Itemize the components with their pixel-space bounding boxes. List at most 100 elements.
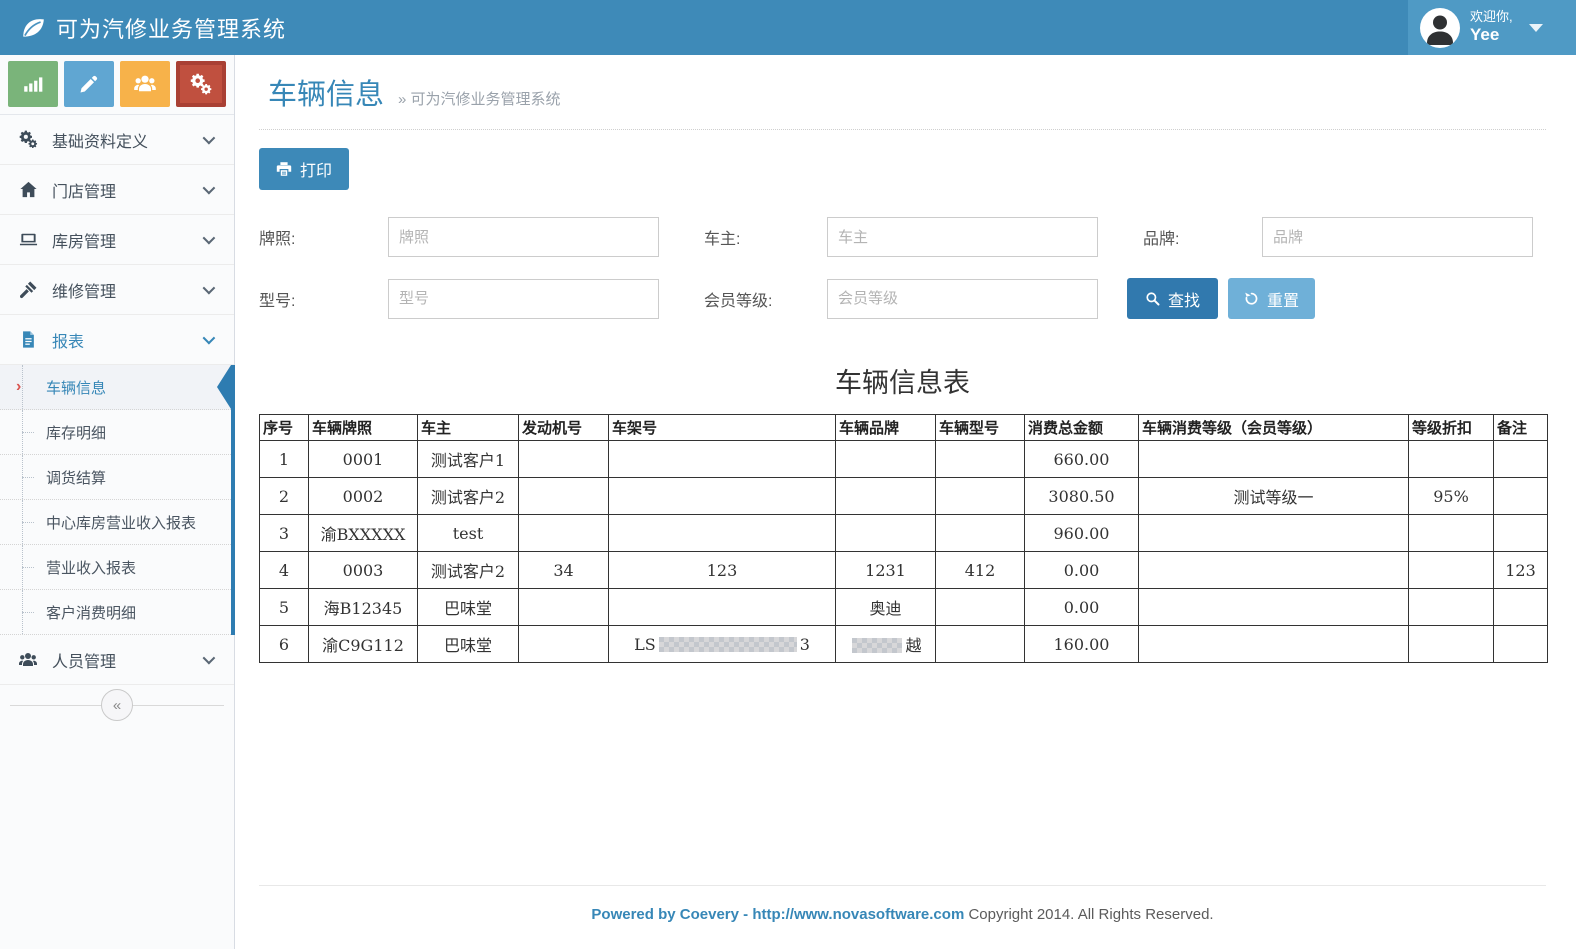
submenu-item-link[interactable]: 客户消费明细 (0, 590, 231, 635)
settings-button[interactable] (176, 61, 226, 107)
table-cell (1494, 515, 1548, 552)
bar-chart-button[interactable] (8, 61, 58, 107)
table-cell (1139, 589, 1409, 626)
table-cell (836, 478, 936, 515)
app-header: 可为汽修业务管理系统 欢迎你, Yee (0, 0, 1576, 55)
submenu-item-active[interactable]: 车辆信息 (0, 365, 231, 410)
username: Yee (1470, 25, 1513, 45)
submenu-item-label: 库存明细 (46, 422, 106, 443)
model-label: 型号: (259, 287, 388, 311)
table-cell (519, 478, 609, 515)
table-cell: 0.00 (1025, 552, 1139, 589)
table-row: 20002测试客户23080.50测试等级一95% (260, 478, 1548, 515)
submenu-item-link[interactable]: 库存明细 (0, 410, 231, 455)
report-table-title: 车辆信息表 (259, 361, 1546, 400)
sidebar-collapse-button[interactable]: « (101, 689, 133, 721)
collapse-icon: « (113, 697, 121, 714)
table-cell: 6 (260, 626, 309, 663)
print-button[interactable]: 打印 (259, 148, 349, 190)
sidebar-item-reports[interactable]: 报表 (0, 315, 234, 365)
redacted-blur (852, 638, 902, 653)
member-level-input[interactable] (827, 279, 1098, 319)
reset-button[interactable]: 重置 (1228, 278, 1315, 319)
table-cell (519, 441, 609, 478)
submenu-item-link[interactable]: 中心库房营业收入报表 (0, 500, 231, 545)
member-level-label: 会员等级: (704, 287, 827, 311)
sidebar-item-basic-data[interactable]: 基础资料定义 (0, 115, 234, 165)
table-cell: 1 (260, 441, 309, 478)
home-icon (18, 180, 38, 200)
sidebar-item-repair[interactable]: 维修管理 (0, 265, 234, 315)
table-cell: 越 (836, 626, 936, 663)
submenu-item-link[interactable]: 调货结算 (0, 455, 231, 500)
powered-by-link[interactable]: Powered by Coevery - http://www.novasoft… (591, 906, 964, 923)
table-cell: 测试等级一 (1139, 478, 1409, 515)
users-button[interactable] (120, 61, 170, 107)
model-input[interactable] (388, 279, 659, 319)
sidebar-item-label: 基础资料定义 (52, 128, 203, 152)
tree-dash-icon (22, 612, 44, 613)
bar-chart-icon (22, 73, 44, 95)
report-table: 序号车辆牌照车主发动机号车架号车辆品牌车辆型号消费总金额车辆消费等级（会员等级）… (259, 414, 1548, 663)
table-cell: 3 (260, 515, 309, 552)
file-icon (18, 330, 38, 350)
table-cell (936, 515, 1025, 552)
table-cell (519, 589, 609, 626)
table-row: 5海B12345巴味堂奥迪0.00 (260, 589, 1548, 626)
laptop-icon (18, 230, 38, 250)
sidebar-item-label: 维修管理 (52, 278, 203, 302)
table-cell (1139, 626, 1409, 663)
table-cell: 海B12345 (309, 589, 418, 626)
edit-button[interactable] (64, 61, 114, 107)
table-cell (609, 515, 836, 552)
table-cell: 2 (260, 478, 309, 515)
table-cell (609, 589, 836, 626)
chevron-down-icon (1529, 24, 1543, 32)
submenu-item-link[interactable]: 营业收入报表 (0, 545, 231, 590)
filter-form: 牌照: 车主: 品牌: 型号: (259, 217, 1546, 319)
table-cell (836, 441, 936, 478)
breadcrumb: » 可为汽修业务管理系统 (398, 88, 561, 109)
sidebar-collapse-row: « (0, 687, 234, 723)
table-cell: 巴味堂 (418, 589, 519, 626)
main-content: 车辆信息 » 可为汽修业务管理系统 打印 牌照: 车主: (235, 55, 1576, 949)
table-cell: 34 (519, 552, 609, 589)
table-cell: 0002 (309, 478, 418, 515)
sidebar-item-personnel[interactable]: 人员管理 (0, 635, 234, 685)
page-footer: Powered by Coevery - http://www.novasoft… (259, 885, 1546, 949)
table-cell (1409, 515, 1494, 552)
table-cell: 660.00 (1025, 441, 1139, 478)
submenu-item-label: 客户消费明细 (46, 602, 136, 623)
search-button[interactable]: 查找 (1127, 278, 1218, 319)
table-row: 40003测试客户23412312314120.00123 (260, 552, 1548, 589)
column-header: 车辆牌照 (309, 415, 418, 441)
sidebar-item-stores[interactable]: 门店管理 (0, 165, 234, 215)
table-cell (1139, 515, 1409, 552)
chevron-down-icon (203, 132, 216, 145)
user-menu[interactable]: 欢迎你, Yee (1408, 0, 1576, 55)
table-cell: 奥迪 (836, 589, 936, 626)
owner-input[interactable] (827, 217, 1098, 257)
plate-input[interactable] (388, 217, 659, 257)
table-cell (1494, 478, 1548, 515)
table-row: 6渝C9G112巴味堂LS3越160.00 (260, 626, 1548, 663)
sidebar-item-warehouse[interactable]: 库房管理 (0, 215, 234, 265)
tree-dash-icon (22, 567, 44, 568)
column-header: 车架号 (609, 415, 836, 441)
breadcrumb-separator: » (398, 91, 406, 108)
table-cell (1494, 626, 1548, 663)
chevron-down-icon (203, 652, 216, 665)
table-header-row: 序号车辆牌照车主发动机号车架号车辆品牌车辆型号消费总金额车辆消费等级（会员等级）… (260, 415, 1548, 441)
search-label: 查找 (1168, 287, 1200, 311)
pencil-icon (79, 74, 99, 94)
submenu-item-label: 中心库房营业收入报表 (46, 512, 196, 533)
chevron-down-icon (203, 332, 216, 345)
table-cell: 123 (609, 552, 836, 589)
table-cell (1139, 552, 1409, 589)
redacted-blur (659, 637, 797, 652)
submenu-item-label: 车辆信息 (46, 377, 106, 398)
table-cell (836, 515, 936, 552)
leaf-logo-icon (20, 15, 46, 41)
brand-input[interactable] (1262, 217, 1533, 257)
table-cell: 123 (1494, 552, 1548, 589)
